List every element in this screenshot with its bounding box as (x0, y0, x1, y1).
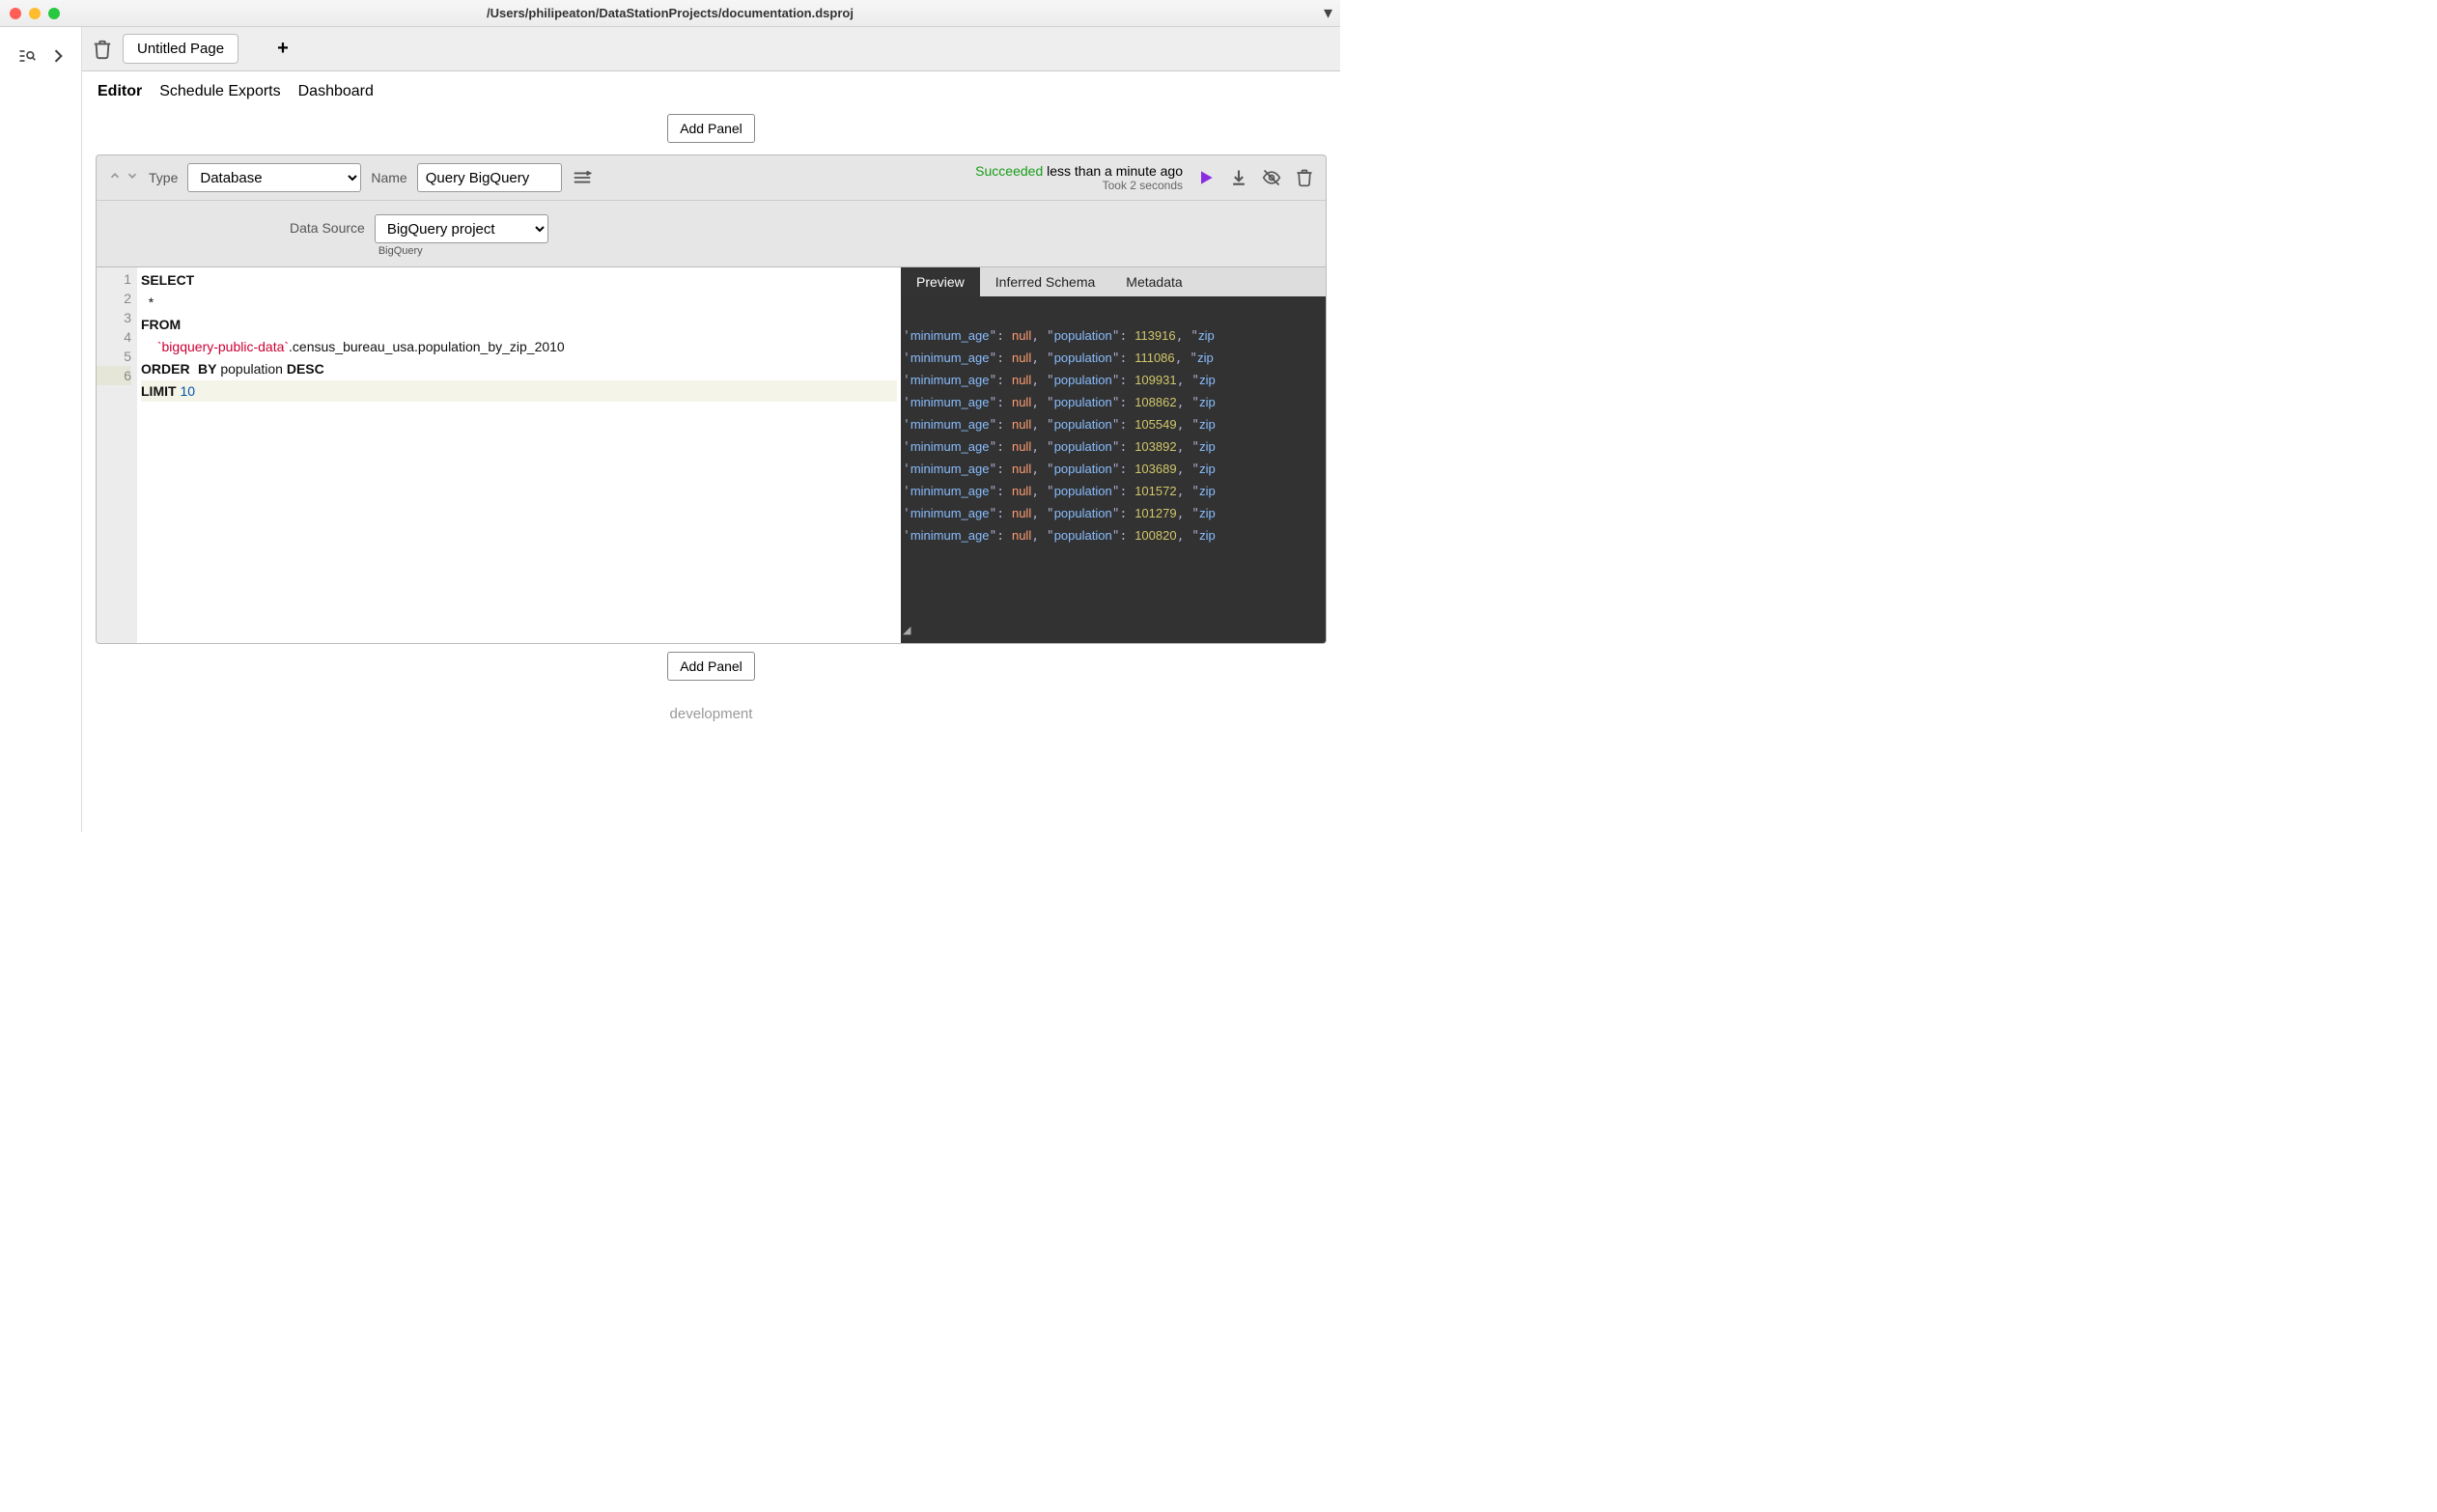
sql-editor[interactable]: SELECT * FROM `bigquery-public-data`.cen… (137, 267, 901, 643)
run-panel-icon[interactable] (1196, 168, 1216, 187)
panel-name-input[interactable] (417, 163, 562, 192)
query-panel: Type Database Name Succeeded less than a… (96, 154, 1327, 644)
left-sidebar (0, 27, 82, 832)
tab-metadata[interactable]: Metadata (1110, 267, 1197, 296)
add-page-icon[interactable]: + (277, 38, 289, 60)
data-source-select[interactable]: BigQuery project (375, 214, 548, 243)
tab-dashboard[interactable]: Dashboard (298, 83, 374, 100)
data-source-row: Data Source BigQuery project BigQuery (97, 201, 1326, 266)
add-panel-button-bottom[interactable]: Add Panel (667, 652, 755, 681)
delete-page-icon[interactable] (92, 39, 113, 60)
results-pane: Preview Inferred Schema Metadata 'minimu… (901, 267, 1326, 643)
tab-preview[interactable]: Preview (901, 267, 980, 296)
data-source-sublabel: BigQuery (375, 243, 548, 257)
chevron-right-icon[interactable] (48, 46, 68, 70)
move-panel-down-icon[interactable] (126, 169, 139, 187)
footer-build-label: development (82, 688, 1340, 728)
run-status: Succeeded less than a minute ago Took 2 … (975, 163, 1183, 192)
panel-header: Type Database Name Succeeded less than a… (97, 155, 1326, 201)
line-number-gutter: 1 2 3 4 5 6 (97, 267, 137, 643)
panel-type-select[interactable]: Database (187, 163, 361, 192)
download-icon[interactable] (1229, 168, 1248, 187)
data-source-label: Data Source (290, 214, 365, 236)
page-tab-strip: Untitled Page + (82, 27, 1340, 71)
hide-icon[interactable] (1262, 168, 1281, 187)
panel-settings-icon[interactable] (572, 167, 593, 188)
window-titlebar: /Users/philipeaton/DataStationProjects/d… (0, 0, 1340, 27)
type-label: Type (149, 170, 178, 185)
add-panel-button[interactable]: Add Panel (667, 114, 755, 143)
resize-handle-icon[interactable]: ◢ (903, 620, 910, 641)
tab-editor[interactable]: Editor (98, 83, 142, 100)
page-tab[interactable]: Untitled Page (123, 34, 238, 64)
tab-inferred-schema[interactable]: Inferred Schema (980, 267, 1111, 296)
window-title: /Users/philipeaton/DataStationProjects/d… (0, 6, 1340, 20)
tab-schedule-exports[interactable]: Schedule Exports (159, 83, 280, 100)
window-menu-icon[interactable]: ▾ (1324, 3, 1332, 23)
move-panel-up-icon[interactable] (108, 169, 122, 187)
preview-output[interactable]: 'minimum_age": null, "population": 11391… (901, 296, 1326, 643)
view-tabs: Editor Schedule Exports Dashboard (82, 71, 1340, 106)
search-list-icon[interactable] (17, 46, 37, 70)
name-label: Name (371, 170, 406, 185)
delete-panel-icon[interactable] (1295, 168, 1314, 187)
